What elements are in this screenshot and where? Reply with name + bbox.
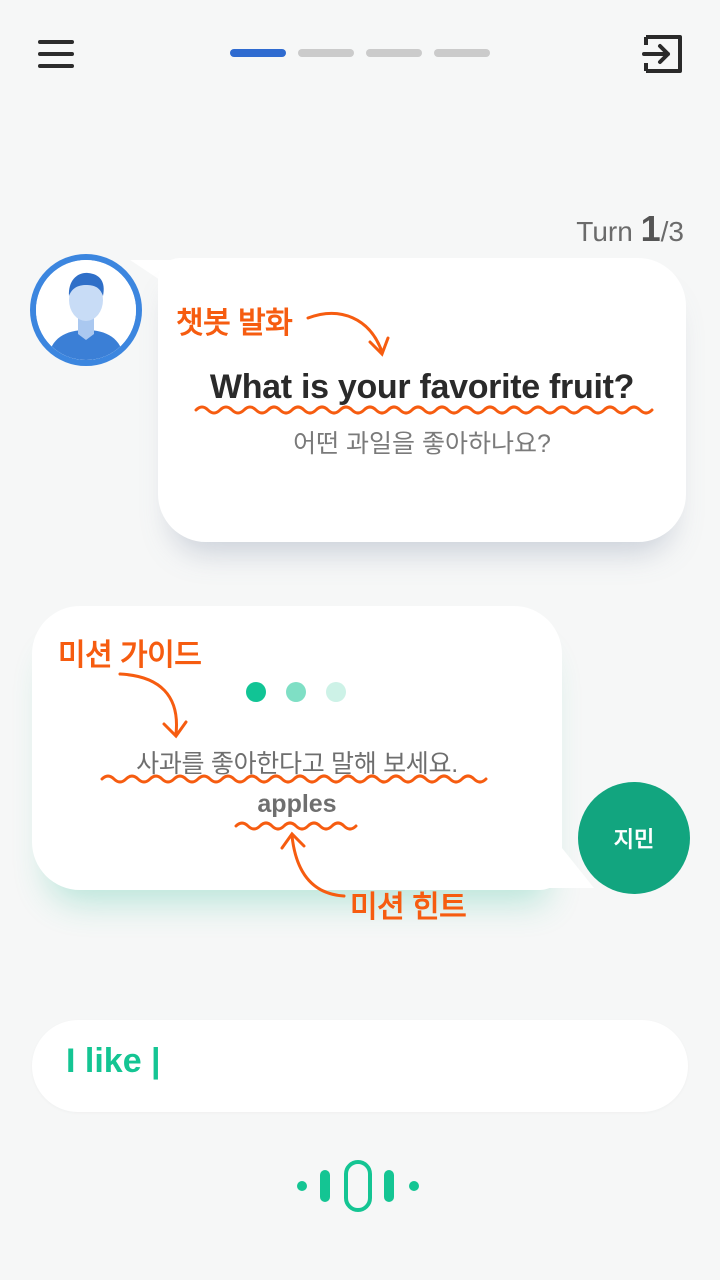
- hamburger-menu-icon: [38, 40, 74, 44]
- turn-label: Turn: [576, 216, 633, 247]
- turn-total: /3: [660, 216, 684, 247]
- bot-translation: 어떤 과일을 좋아하나요?: [293, 430, 551, 458]
- mission-dot-1: [246, 682, 266, 702]
- mission-step-dots: [246, 682, 346, 702]
- exit-button[interactable]: [640, 33, 686, 75]
- user-name: 지민: [613, 827, 655, 852]
- progress-step-2: [298, 49, 354, 57]
- voice-record-button[interactable]: [294, 1158, 424, 1214]
- progress-step-4: [434, 49, 490, 57]
- person-avatar-icon: [36, 260, 136, 360]
- progress-step-1: [230, 49, 286, 57]
- bot-question: What is your favorite fruit?: [209, 368, 635, 406]
- annotation-bot-utterance: 챗봇 발화: [176, 307, 293, 340]
- step-progress: [230, 49, 490, 57]
- bot-avatar: [30, 254, 142, 366]
- annotation-mission-hint: 미션 힌트: [350, 891, 467, 924]
- turn-counter: Turn 1/3: [576, 208, 684, 250]
- mission-dot-2: [286, 682, 306, 702]
- menu-button[interactable]: [38, 38, 76, 70]
- answer-input-value[interactable]: I like |: [66, 1042, 161, 1081]
- mission-hint-word: apples: [257, 790, 337, 818]
- exit-icon: [642, 35, 682, 73]
- turn-current: 1: [640, 208, 661, 249]
- voice-wave-mic-icon: [297, 1160, 419, 1212]
- mission-guide-text: 사과를 좋아한다고 말해 보세요.: [136, 750, 458, 778]
- annotation-mission-guide: 미션 가이드: [58, 639, 202, 672]
- user-avatar: 지민: [578, 782, 690, 894]
- progress-step-3: [366, 49, 422, 57]
- mission-dot-3: [326, 682, 346, 702]
